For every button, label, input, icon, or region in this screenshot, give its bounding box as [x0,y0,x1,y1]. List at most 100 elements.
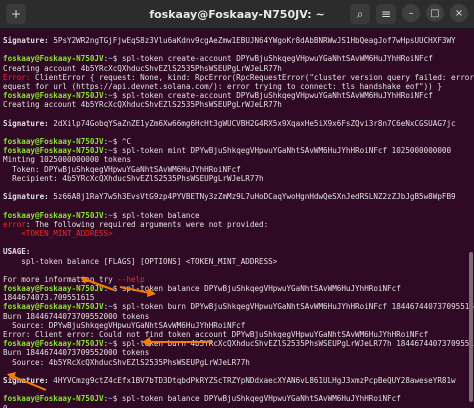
terminal-text: Signature: [3,36,54,45]
terminal-text: : The following required arguments were … [25,219,269,229]
terminal-line: Error: ClientError { request: None, kind… [3,72,474,82]
title-bar-left: + [6,4,26,24]
close-icon[interactable]: × [450,4,468,22]
terminal-text: $ ^C [112,137,132,147]
terminal-line: foskaay@Foskaay-N750JV:~$ spl-token bala… [3,394,471,403]
terminal-line: equest for url (https://api.devnet.solan… [3,82,471,91]
shell-prompt: foskaay@Foskaay-N750JV [3,146,104,156]
terminal-line: ​ [3,238,471,247]
terminal-text: error [3,219,26,229]
shell-prompt: foskaay@Foskaay-N750JV [3,137,104,147]
scrollbar[interactable] [468,30,473,404]
terminal-text: Source: 4b5YRcXcQXhducShvEZlS2535PhsWSEU… [3,357,250,367]
terminal-line: ​ [3,367,471,376]
terminal-line: foskaay@Foskaay-N750JV:~$ spl-token crea… [3,54,471,63]
terminal-line: Signature: 2dXilp74GobqYSaZnZE1yZm6Xw66m… [3,119,471,128]
scrollbar-thumb[interactable] [469,252,473,402]
terminal-line: ​ [3,266,471,275]
terminal-line: foskaay@Foskaay-N750JV:~$ spl-token crea… [3,91,471,100]
arrow-annotation-burn [119,286,156,297]
terminal-window: + foskaay@Foskaay-N750JV: ~ ⌕ ≡ – □ × Si… [0,0,474,408]
window-controls: ⌕ ≡ – □ × [350,4,468,24]
terminal-line: ​ [3,110,471,119]
terminal-line: Burn 18446744073709552000 tokens [3,348,471,357]
terminal-line: foskaay@Foskaay-N750JV:~$ spl-token burn… [3,339,474,349]
arrow-annotation-balance [80,277,115,291]
terminal-line: ​ [3,385,471,394]
terminal-text: Source: DPYwBjuShkqegVHpwuYGaNhtSAvWM6Hu… [3,320,246,330]
terminal-line: spl-token balance [FLAGS] [OPTIONS] <TOK… [3,257,471,266]
terminal-text: Minting 1025000000000 tokens [3,155,132,165]
title-bar: + foskaay@Foskaay-N750JV: ~ ⌕ ≡ – □ × [0,0,474,29]
terminal-text: --help [117,274,145,284]
terminal-text: 5PsY2WR2ngTGjFjwEqS8z3Vlu6aKdnv9cgAeZmw1… [53,36,456,45]
terminal-line: Burn 18446744073709552000 tokens [3,312,471,321]
terminal-line: Signature: 5PsY2WR2ngTGjFjwEqS8z3Vlu6aKd… [3,36,471,45]
terminal-line: For more information try --help [3,275,471,284]
terminal-line: Creating account 4b5YRcXcQXhducShvEZlS25… [3,64,471,73]
terminal-text: $ spl-token create-account DPYwBjuShkqeg… [112,91,433,101]
terminal-line: foskaay@Foskaay-N750JV:~$ spl-token mint… [3,146,471,155]
terminal-text: 5z66A8j1RaY7w5h3EvsVtG9zp4PYVBETNy3zZmMz… [53,192,456,202]
terminal-line: Token: DPYwBjuShkqegVHpwuYGaNhtSAvWM6HuJ… [3,165,471,174]
terminal-text: 1844674073.709551615 [3,293,95,303]
shell-prompt: foskaay@Foskaay-N750JV [3,339,104,349]
minimize-icon[interactable]: – [402,4,420,22]
menu-icon[interactable]: ≡ [376,4,396,24]
shell-prompt: foskaay@Foskaay-N750JV [3,54,104,64]
search-icon[interactable]: ⌕ [350,4,370,24]
terminal-line: Error: Client error: Could not find toke… [3,330,471,339]
shell-prompt: foskaay@Foskaay-N750JV [3,394,104,404]
terminal-line: foskaay@Foskaay-N750JV:~$ ^C [3,137,471,146]
terminal-output[interactable]: Signature: 5PsY2WR2ngTGjFjwEqS8z3Vlu6aKd… [0,36,474,408]
arrow-annotation-burn-amount [142,337,212,347]
new-tab-icon[interactable]: + [6,4,26,24]
terminal-line: Source: DPYwBjuShkqegVHpwuYGaNhtSAvWM6Hu… [3,321,471,330]
terminal-line: ​ [3,45,471,54]
terminal-text: equest for url (https://api.devnet.solan… [3,81,442,91]
terminal-text: Signature: [3,192,54,202]
terminal-line: 0 [3,404,471,408]
terminal-text: Creating account 4b5YRcXcQXhducShvEZlS25… [3,100,282,110]
terminal-text: Burn 18446744073709552000 tokens [3,311,150,321]
terminal-line: foskaay@Foskaay-N750JV:~$ spl-token bala… [3,211,471,220]
shell-prompt: foskaay@Foskaay-N750JV [3,91,104,101]
terminal-text: $ spl-token balance DPYwBjuShkqegVHpwuYG… [112,394,401,404]
terminal-text: 0 [3,403,8,408]
terminal-text: Error: [3,72,36,82]
terminal-line: Recipient: 4b5YRcXcQXhducShvEZlS2535PhsW… [3,174,471,183]
terminal-line: ​ [3,128,471,137]
terminal-text: USAGE: [3,247,31,257]
terminal-text: $ spl-token create-account DPYwBjuShkqeg… [112,54,433,64]
terminal-text: 4HYVCmzg9ctZ4cEfx1BV7bTD3DtqbdPkRYZScTRZ… [53,375,456,385]
terminal-text: Burn 18446744073709552000 tokens [3,348,150,358]
terminal-line: 1844674073.709551615 [3,293,471,302]
terminal-line: Signature: 5z66A8j1RaY7w5h3EvsVtG9zp4PYV… [3,192,471,201]
terminal-line: ​ [3,183,471,192]
terminal-text: Token: DPYwBjuShkqegVHpwuYGaNhtSAvWM6HuJ… [3,164,241,174]
terminal-text: <TOKEN_MINT_ADDRESS> [3,228,113,238]
shell-prompt: foskaay@Foskaay-N750JV [3,210,104,220]
terminal-text: Creating account 4b5YRcXcQXhducShvEZlS25… [3,63,282,73]
terminal-text: $ spl-token balance [112,210,200,220]
terminal-line: Signature: 4HYVCmzg9ctZ4cEfx1BV7bTD3Dtqb… [3,376,471,385]
terminal-line: ​ [3,201,471,210]
terminal-line: Source: 4b5YRcXcQXhducShvEZlS2535PhsWSEU… [3,358,471,367]
terminal-line: USAGE: [3,247,471,256]
maximize-icon[interactable]: □ [426,4,444,22]
terminal-text: Signature: [3,118,54,128]
terminal-line: error: The following required arguments … [3,220,471,229]
terminal-text: 2dXilp74GobqYSaZnZE1yZm6Xw66mg6HcHt3gWUC… [53,118,456,128]
terminal-text: $ spl-token burn DPYwBjuShkqegVHpwuYGaNh… [112,302,474,312]
arrow-annotation-zero-balance [7,372,47,391]
terminal-text: Error: Client error: Could not find toke… [3,330,429,339]
terminal-line: Minting 1025000000000 tokens [3,155,471,164]
terminal-text: ClientError { request: None, kind: RpcEr… [35,72,474,82]
terminal-text: $ spl-token mint DPYwBjuShkqegVHpwuYGaNh… [112,146,452,156]
terminal-text: spl-token balance [FLAGS] [OPTIONS] <TOK… [3,256,278,266]
terminal-line: foskaay@Foskaay-N750JV:~$ spl-token burn… [3,302,474,312]
shell-prompt: foskaay@Foskaay-N750JV [3,302,104,312]
terminal-line: <TOKEN_MINT_ADDRESS> [3,229,471,238]
terminal-text: Recipient: 4b5YRcXcQXhducShvEZlS2535PhsW… [3,173,264,183]
terminal-line: Creating account 4b5YRcXcQXhducShvEZlS25… [3,100,471,109]
